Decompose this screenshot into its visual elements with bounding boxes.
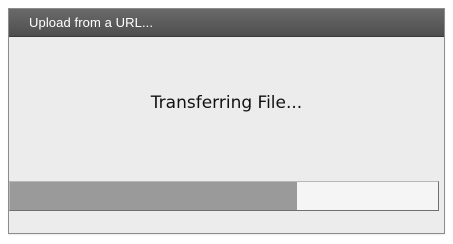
upload-progress-fill <box>10 182 297 210</box>
dialog-titlebar[interactable]: Upload from a URL... <box>9 9 444 37</box>
upload-url-dialog: Upload from a URL... Transferring File..… <box>8 8 445 234</box>
upload-progress-bar <box>9 181 439 211</box>
dialog-title: Upload from a URL... <box>29 15 154 30</box>
transfer-status-text: Transferring File... <box>150 93 303 113</box>
